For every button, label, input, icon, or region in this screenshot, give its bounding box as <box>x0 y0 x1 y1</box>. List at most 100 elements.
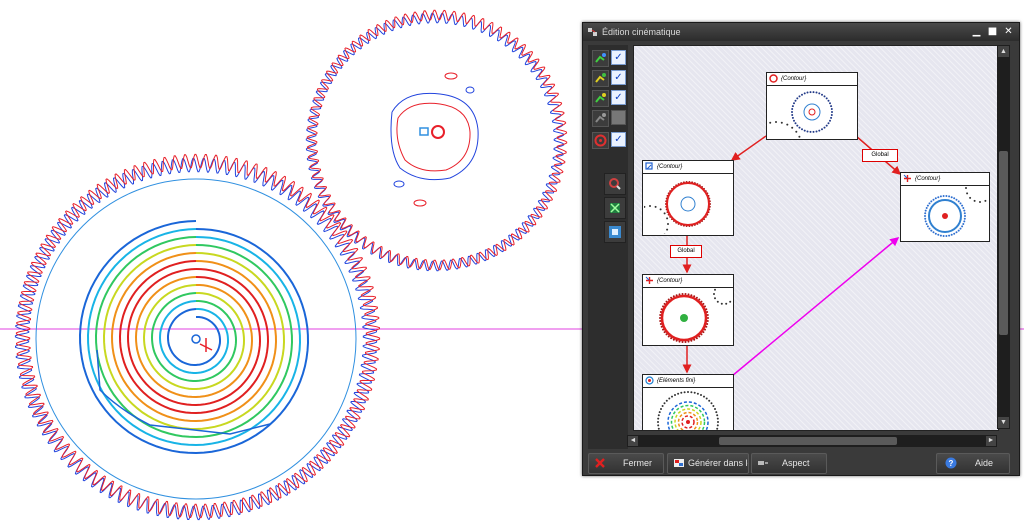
window-titlebar[interactable]: Édition cinématique ▁ ■ ✕ <box>583 23 1019 41</box>
help-button[interactable]: ? Aide <box>936 453 1010 474</box>
thumb-tooth <box>930 200 933 203</box>
thumb-tooth <box>707 317 709 319</box>
filter-row-2[interactable]: ✓ <box>592 69 626 87</box>
thumb-tooth <box>657 427 660 430</box>
close-button[interactable]: Fermer <box>588 453 664 474</box>
filter-row-3[interactable]: ✓ <box>592 89 626 107</box>
kinematic-edit-window[interactable]: Édition cinématique ▁ ■ ✕ ✓ ✓ ✓ ✓ {Conto… <box>582 22 1020 476</box>
vertical-scrollbar[interactable]: ▲ ▼ <box>997 45 1010 429</box>
scroll-left-button[interactable]: ◄ <box>628 436 638 446</box>
close-icon <box>595 458 605 468</box>
thumb-tooth <box>671 395 673 398</box>
spiral-turn <box>150 292 238 382</box>
graph-node-contour-1[interactable]: {Contour} <box>766 72 858 140</box>
spiral-turn <box>126 268 262 407</box>
filter-checkbox-5[interactable]: ✓ <box>611 132 626 147</box>
large-gear[interactable] <box>14 153 381 521</box>
maximize-button[interactable]: ■ <box>987 26 998 37</box>
thumb-tooth <box>959 227 962 230</box>
thumb-tooth <box>793 102 795 105</box>
thumb-tooth <box>684 341 687 343</box>
horizontal-scroll-thumb[interactable] <box>719 437 897 445</box>
thumb-tooth <box>695 337 698 340</box>
thumb-tooth <box>798 126 801 129</box>
node-thumbnail <box>657 391 719 430</box>
thumb-tooth <box>831 111 833 113</box>
layout-tool-button[interactable] <box>604 221 626 243</box>
node-thumbnail <box>924 187 987 237</box>
thumb-tooth <box>700 394 702 396</box>
thumb-tooth <box>713 293 715 295</box>
thumb-tooth <box>716 424 719 427</box>
link-green-icon <box>592 50 609 67</box>
spiral-spring[interactable] <box>78 220 310 455</box>
kinematic-graph-area[interactable]: {Contour} {Contour} {Contour} {Contour} … <box>633 45 999 431</box>
aspect-button[interactable]: Aspect <box>751 453 827 474</box>
thumb-tooth <box>961 204 964 207</box>
thumb-tooth <box>955 231 958 234</box>
thumb-tooth <box>959 202 962 205</box>
edge-label-global[interactable]: Global <box>670 245 702 258</box>
filter-checkbox-2[interactable]: ✓ <box>611 70 626 85</box>
spiral-axis-marker <box>199 338 213 352</box>
thumb-tooth <box>957 229 960 232</box>
thumb-tooth <box>702 302 705 305</box>
graph-node-finite-elements[interactable]: {Eléments fini} <box>642 374 734 430</box>
gear-red-icon <box>592 132 609 149</box>
scroll-up-button[interactable]: ▲ <box>998 46 1009 57</box>
thumb-tooth <box>966 192 969 195</box>
link-filter-sidebar: ✓ ✓ ✓ ✓ <box>588 45 628 449</box>
scroll-right-button[interactable]: ► <box>986 436 996 446</box>
thumb-tooth <box>690 391 693 394</box>
thumb-tooth <box>812 91 815 94</box>
thumb-tooth <box>700 333 703 336</box>
small-gear[interactable] <box>305 9 568 272</box>
filter-checkbox-1[interactable]: ✓ <box>611 50 626 65</box>
thumb-tooth <box>934 197 937 200</box>
thumb-tooth <box>829 119 831 122</box>
thumb-tooth <box>661 405 664 407</box>
filter-row-5[interactable]: ✓ <box>592 131 626 149</box>
thumb-tooth <box>665 399 668 402</box>
node-label: {Contour} <box>915 176 941 182</box>
filter-row-4[interactable] <box>592 109 626 127</box>
thumb-tooth <box>715 411 718 414</box>
thumb-tooth <box>948 234 951 237</box>
edge-label-global[interactable]: Global <box>862 149 898 162</box>
thumb-tooth <box>979 201 981 203</box>
filter-checkbox-3[interactable]: ✓ <box>611 90 626 105</box>
thumb-tooth <box>950 233 953 236</box>
horizontal-scrollbar[interactable]: ◄ ► <box>627 435 997 447</box>
thumb-tooth <box>705 325 708 328</box>
zoom-tool-button[interactable] <box>604 173 626 195</box>
graph-node-contour-3[interactable]: {Contour} <box>900 172 990 242</box>
close-window-button[interactable]: ✕ <box>1003 26 1014 37</box>
thumb-tooth <box>693 295 696 298</box>
thumb-tooth <box>672 295 675 298</box>
thumb-tooth <box>796 124 799 127</box>
filter-row-1[interactable]: ✓ <box>592 49 626 67</box>
window-title: Édition cinématique <box>602 27 681 37</box>
thumb-tooth <box>666 228 669 231</box>
fit-tool-button[interactable] <box>604 197 626 219</box>
small-gear-hub <box>431 125 445 139</box>
generate-button[interactable]: Générer dans le <box>667 453 749 474</box>
filter-checkbox-4[interactable] <box>611 110 626 125</box>
spiral-turn <box>158 300 229 374</box>
graph-node-contour-4[interactable]: {Contour} <box>642 274 734 346</box>
minimize-button[interactable]: ▁ <box>971 26 982 37</box>
thumb-tooth <box>798 95 801 98</box>
thumb-tooth <box>696 392 699 395</box>
thumb-tooth <box>827 99 830 102</box>
thumb-tooth <box>821 93 823 96</box>
help-button-label: Aide <box>975 458 994 468</box>
thumb-tooth <box>667 335 670 338</box>
scroll-down-button[interactable]: ▼ <box>998 417 1009 428</box>
edge-1-2 <box>730 135 767 161</box>
thumb-tooth <box>712 405 715 407</box>
thumb-tooth <box>942 235 945 237</box>
graph-node-contour-2[interactable]: {Contour} <box>642 160 734 236</box>
thumb-tooth <box>649 205 651 207</box>
vertical-scroll-thumb[interactable] <box>999 151 1008 335</box>
thumb-tooth <box>818 129 821 132</box>
